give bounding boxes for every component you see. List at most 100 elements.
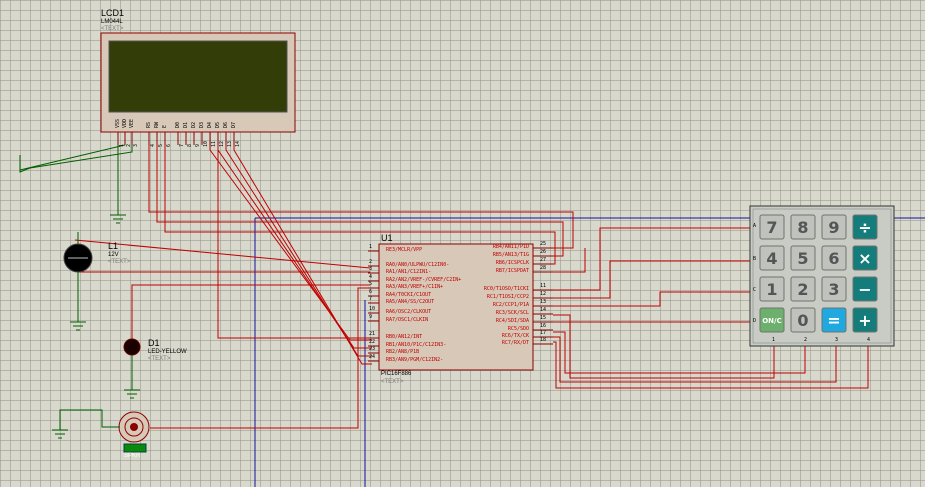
keypad-key-label: 3 — [828, 280, 839, 299]
lcd-pin-number: 3 — [133, 143, 139, 147]
mcu-right-pin-number: 27 — [540, 257, 547, 263]
mcu-left-pin-label: RA4/T0CKI/C1OUT — [386, 292, 432, 298]
lcd-name-label: LCD1 — [101, 8, 125, 18]
mcu-right-pin-label: RC5/SDO — [507, 326, 529, 332]
mcu-left-pin-label: RA0/AN0/ULPWU/C12IN0- — [386, 262, 450, 268]
mcu-left-pin-label: RA1/AN1/C12IN1- — [386, 269, 432, 275]
lcd-pin-label: VSS — [115, 118, 121, 128]
lcd-pin-label: VDD — [122, 118, 128, 128]
buzzer-plate — [123, 443, 147, 453]
lcd-pin-label: RW — [154, 121, 160, 128]
mcu-right-pin-number: 16 — [540, 323, 547, 329]
mcu-right-pin-label: RC6/TX/CK — [501, 333, 529, 339]
keypad-key-label: − — [858, 280, 871, 299]
keypad-key-label: 8 — [797, 218, 808, 237]
lcd-pin-number: 1 — [119, 143, 125, 147]
lcd-pin-number: 2 — [126, 143, 132, 147]
lcd-pin-label: D2 — [191, 121, 197, 128]
keypad-key-label: 7 — [766, 218, 777, 237]
keypad-col-label: 4 — [867, 337, 871, 343]
lcd-pin-number: 12 — [219, 140, 225, 147]
mcu-left-pin-number: 9 — [369, 314, 373, 320]
mcu-left-pin-label: RB0/AN12/INT — [386, 334, 423, 340]
lcd-pin-number: 11 — [211, 140, 217, 147]
mcu-right-pin-number: 11 — [540, 283, 547, 289]
lamp-component[interactable] — [63, 232, 93, 331]
keypad-row-label: B — [753, 256, 757, 262]
keypad-key-label: ÷ — [858, 218, 871, 237]
mcu-left-pin-number: 5 — [369, 281, 373, 287]
mcu-left-pin-label: RB2/AN8/P1B — [386, 349, 420, 355]
lamp-name-label: L1 — [108, 241, 119, 251]
led-body[interactable] — [123, 338, 141, 356]
led-name-label: D1 — [148, 338, 160, 348]
lcd-pin-number: 10 — [203, 140, 209, 147]
mcu-right-pin-label: RC4/SDI/SDA — [495, 318, 529, 324]
keypad-col-label: 1 — [772, 337, 776, 343]
mcu-left-pin-label: RA2/AN2/VREF-/CVREF/C2IN+ — [386, 277, 462, 283]
keypad-key-label: 5 — [797, 249, 808, 268]
mcu-right-pin-label: RC3/SCK/SCL — [495, 310, 529, 316]
lcd-pin-label: D0 — [175, 121, 181, 128]
keypad-col-label: 2 — [804, 337, 808, 343]
mcu-right-pin-number: 17 — [540, 330, 547, 336]
keypad-key-label: = — [827, 311, 840, 330]
led-component[interactable] — [123, 338, 141, 399]
mcu-right-pin-number: 15 — [540, 315, 547, 321]
mcu-right-pin-label: RC0/T1OSO/T1CKI — [483, 286, 529, 292]
mcu-right-pin-label: RC7/RX/DT — [501, 340, 529, 346]
lcd-component[interactable] — [100, 32, 296, 145]
lcd-pin-label: RS — [146, 121, 152, 128]
mcu-left-pin-label: RA5/AN4/SS/C2OUT — [386, 299, 435, 305]
mcu-left-pin-label: RB1/AN10/P1C/C12IN3- — [386, 342, 447, 348]
schematic-canvas[interactable]: 7 8 9 ÷4 5 6 ×1 2 3 −ON/C 0 = + — [0, 0, 925, 487]
mcu-left-pin-number: 2 — [369, 259, 373, 265]
lcd-pin-label: D5 — [215, 121, 221, 128]
led-text-label: <TEXT> — [148, 356, 171, 362]
keypad-key-label: + — [858, 311, 871, 330]
mcu-left-pin-number: 10 — [369, 306, 376, 312]
keypad-col-label: 3 — [835, 337, 839, 343]
keypad-key-label: 4 — [766, 249, 777, 268]
keypad-key-label: ON/C — [762, 317, 782, 325]
lcd-power-wiring — [19, 144, 133, 224]
mcu-left-pin-label: RA7/OSC1/CLKIN — [386, 317, 429, 323]
mcu-text-label: <TEXT> — [381, 379, 404, 385]
mcu-right-pin-number: 14 — [540, 307, 547, 313]
keypad-key-label: 6 — [828, 249, 839, 268]
lcd-pin-label: D3 — [199, 121, 205, 128]
lcd-pin-number: 9 — [195, 143, 201, 147]
lcd-pin-label: VEE — [129, 118, 135, 128]
mcu-left-pin-number: 21 — [369, 331, 376, 337]
lcd-pin-label: D7 — [231, 121, 237, 128]
mcu-left-pin-label: RA3/AN3/VREF+/C1IN+ — [386, 284, 444, 290]
lcd-pin-label: D4 — [207, 121, 213, 128]
keypad-key-label: 2 — [797, 280, 808, 299]
lcd-pin-number: 5 — [158, 143, 164, 147]
lcd-pin-number: 14 — [235, 140, 241, 147]
lcd-pin-number: 4 — [150, 143, 156, 147]
keypad-row-label: C — [753, 287, 757, 293]
mcu-left-pin-number: 24 — [369, 354, 376, 360]
mcu-left-pin-label: RE3/MCLR/VPP — [386, 247, 423, 253]
keypad-key-label: 0 — [797, 311, 808, 330]
mcu-right-pin-label: RC2/CCP1/P1A — [492, 302, 529, 308]
mcu-left-pin-number: 7 — [369, 296, 373, 302]
mcu-right-pin-number: 25 — [540, 241, 547, 247]
buzzer-component[interactable] — [52, 409, 150, 453]
mcu-left-pin-number: 1 — [369, 244, 373, 250]
mcu-left-pin-label: RA6/OSC2/CLKOUT — [386, 309, 432, 315]
keypad-component[interactable]: 7 8 9 ÷4 5 6 ×1 2 3 −ON/C 0 = + — [749, 205, 895, 347]
lcd-part-label: LM044L — [101, 19, 123, 25]
lcd-screen — [108, 40, 288, 113]
mcu-right-pin-number: 18 — [540, 337, 547, 343]
keypad-key-label: 9 — [828, 218, 839, 237]
mcu-right-pin-label: RB5/AN13/T1G — [492, 252, 529, 258]
mcu-right-pin-label: RB6/ICSPCLK — [495, 260, 529, 266]
mcu-left-pin-label: RB3/AN9/PGM/C12IN2- — [386, 357, 444, 363]
mcu-left-pin-number: 3 — [369, 266, 373, 272]
lamp-text-label: <TEXT> — [108, 259, 131, 265]
lcd-pin-number: 8 — [187, 143, 193, 147]
lcd-pin-number: 7 — [179, 143, 185, 147]
mcu-right-pin-label: RC1/T1OSI/CCP2 — [486, 294, 529, 300]
